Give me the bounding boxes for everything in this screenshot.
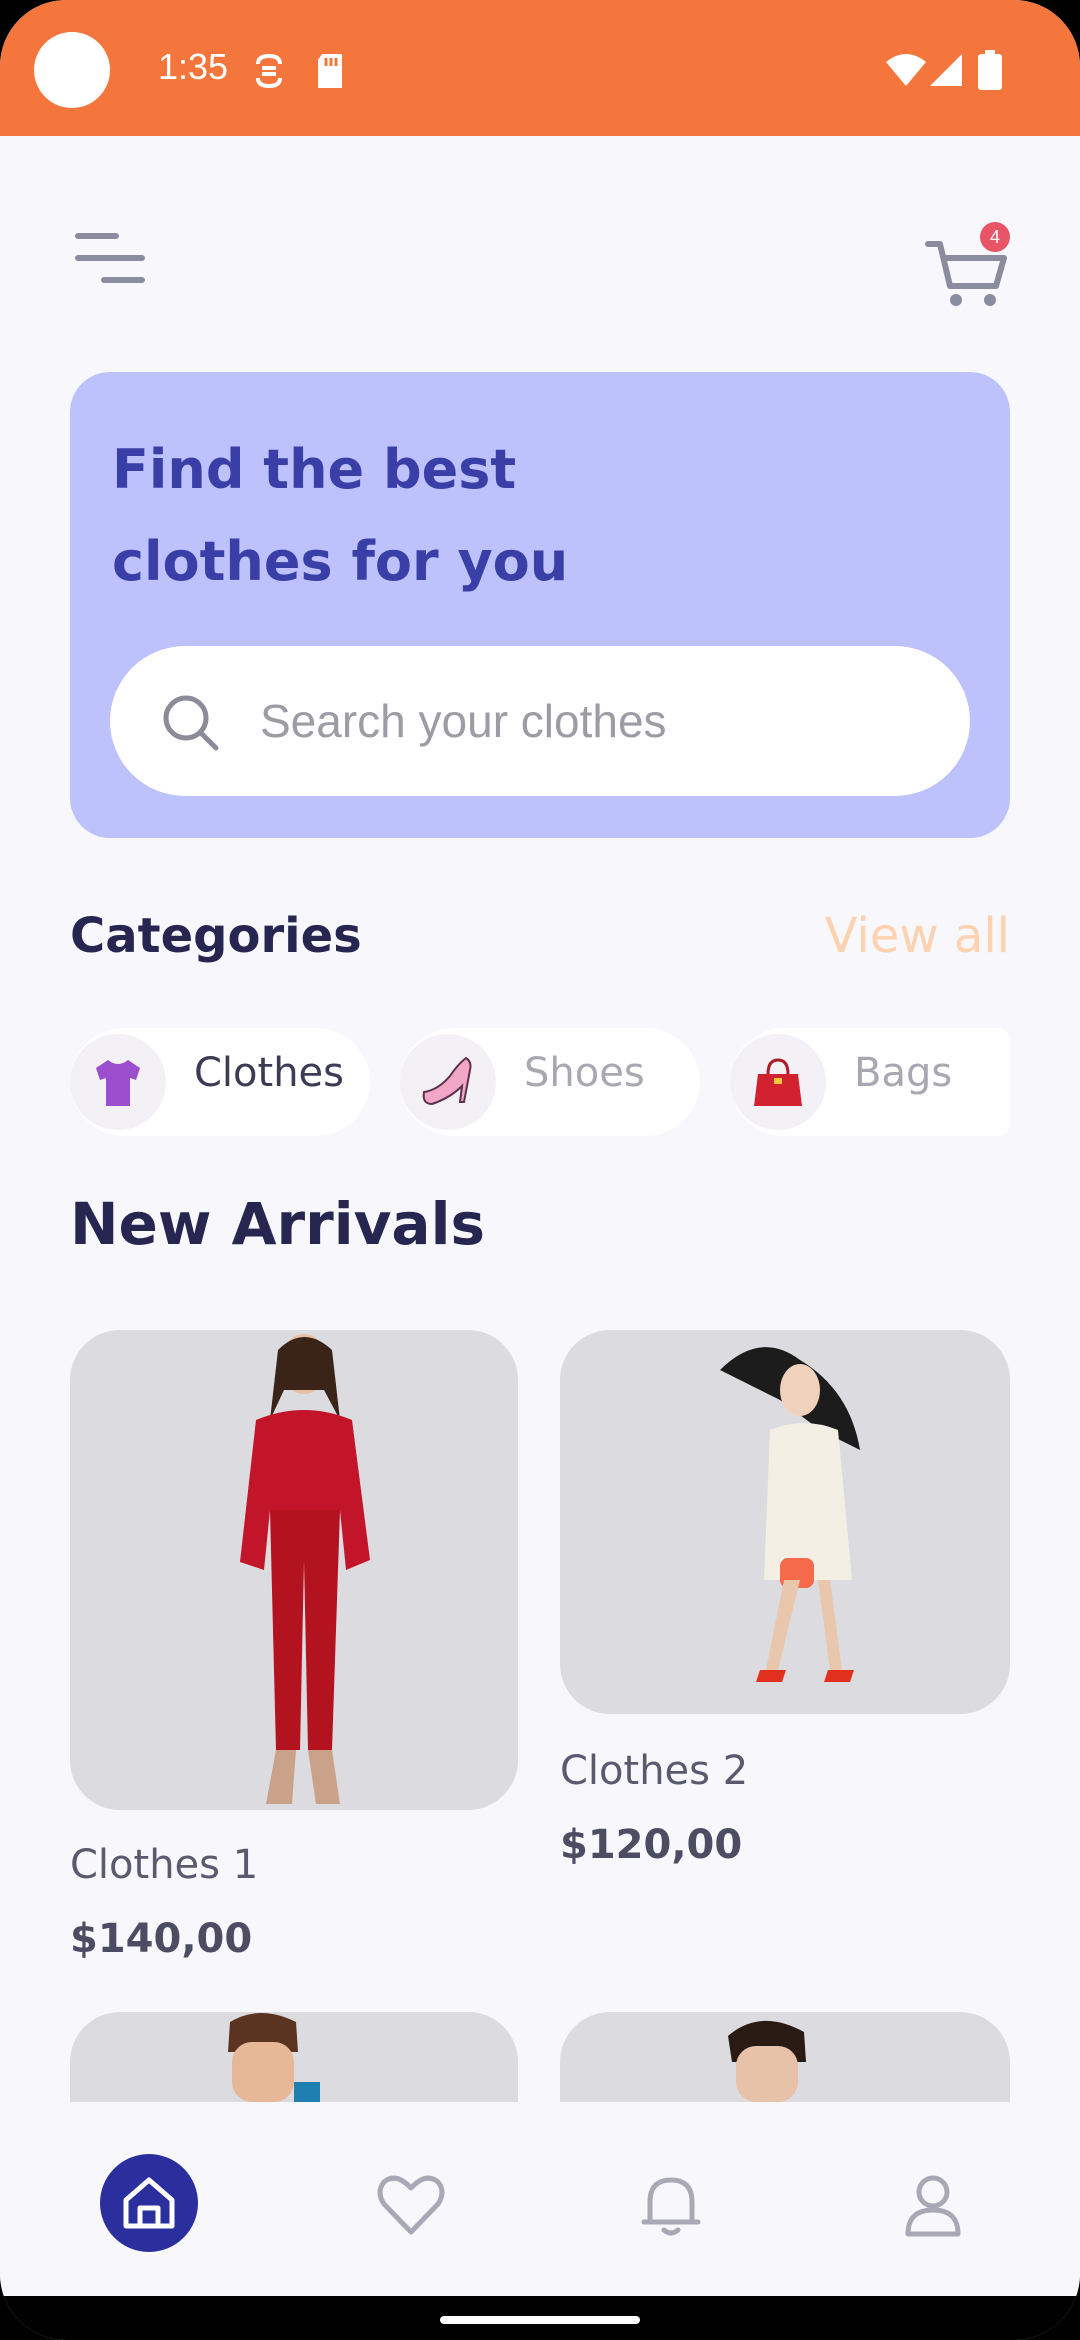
product-name: Clothes 2: [560, 1748, 749, 1794]
category-chip-bags[interactable]: Bags: [730, 1028, 1010, 1136]
chip-label: Bags: [854, 1050, 953, 1096]
hero-title: Find the best clothes for you: [112, 424, 712, 608]
hero-title-line1: Find the best: [112, 438, 517, 501]
category-chip-clothes[interactable]: Clothes: [70, 1028, 370, 1136]
bell-icon[interactable]: [636, 2172, 706, 2238]
search-icon: [163, 695, 219, 751]
chip-icon-bg: [730, 1034, 826, 1130]
search-bar[interactable]: [110, 646, 970, 796]
product-card[interactable]: Clothes 2 $120,00: [560, 1330, 1010, 1870]
cart-count-badge: 4: [980, 222, 1010, 252]
product-price: $140,00: [70, 1916, 253, 1962]
product-photo-model-man: [728, 2020, 806, 2102]
new-arrivals-title: New Arrivals: [70, 1190, 485, 1258]
handbag-icon: [754, 1058, 802, 1106]
menu-icon[interactable]: [74, 232, 146, 286]
high-heel-icon: [422, 1056, 472, 1106]
product-price: $120,00: [560, 1822, 743, 1868]
chip-icon-bg: [70, 1034, 166, 1130]
product-card[interactable]: [70, 2012, 518, 2212]
status-time: 1:35: [158, 46, 229, 87]
product-card[interactable]: Clothes 1 $140,00: [70, 1330, 518, 1970]
profile-icon[interactable]: [898, 2172, 968, 2238]
product-image: [560, 1330, 1010, 1714]
product-photo-model-white-coat: [720, 1347, 860, 1682]
wifi-icon: [886, 54, 926, 86]
product-photo-model-man: [228, 2013, 320, 2102]
tshirt-icon: [96, 1060, 140, 1106]
camera-cutout: [34, 32, 110, 108]
product-photo-model-red-suit: [240, 1334, 370, 1804]
view-all-link[interactable]: View all: [825, 908, 1010, 964]
battery-icon: [978, 50, 1002, 90]
chip-label: Clothes: [194, 1050, 344, 1096]
heart-icon[interactable]: [376, 2172, 446, 2238]
home-icon: [123, 2177, 175, 2229]
status-bar: 1:35: [0, 0, 1080, 136]
category-chip-shoes[interactable]: Shoes: [400, 1028, 700, 1136]
chip-label: Shoes: [524, 1050, 645, 1096]
product-image: [70, 1330, 518, 1810]
hero-title-line2: clothes for you: [112, 530, 569, 593]
signal-icon: [930, 54, 962, 86]
product-card[interactable]: [560, 2012, 1010, 2212]
product-name: Clothes 1: [70, 1842, 259, 1888]
sync-icon: [256, 53, 282, 89]
nav-home-button[interactable]: [100, 2154, 198, 2252]
home-gesture-bar[interactable]: [440, 2316, 640, 2324]
hero-banner: Find the best clothes for you: [70, 372, 1010, 838]
sd-card-icon: [318, 54, 342, 88]
search-input[interactable]: [260, 686, 920, 756]
bottom-navigation: [0, 2102, 1080, 2296]
categories-title: Categories: [70, 908, 362, 964]
app-screen: 1:35 4 Find the best clothes for you Sea…: [0, 0, 1080, 2340]
chip-icon-bg: [400, 1034, 496, 1130]
